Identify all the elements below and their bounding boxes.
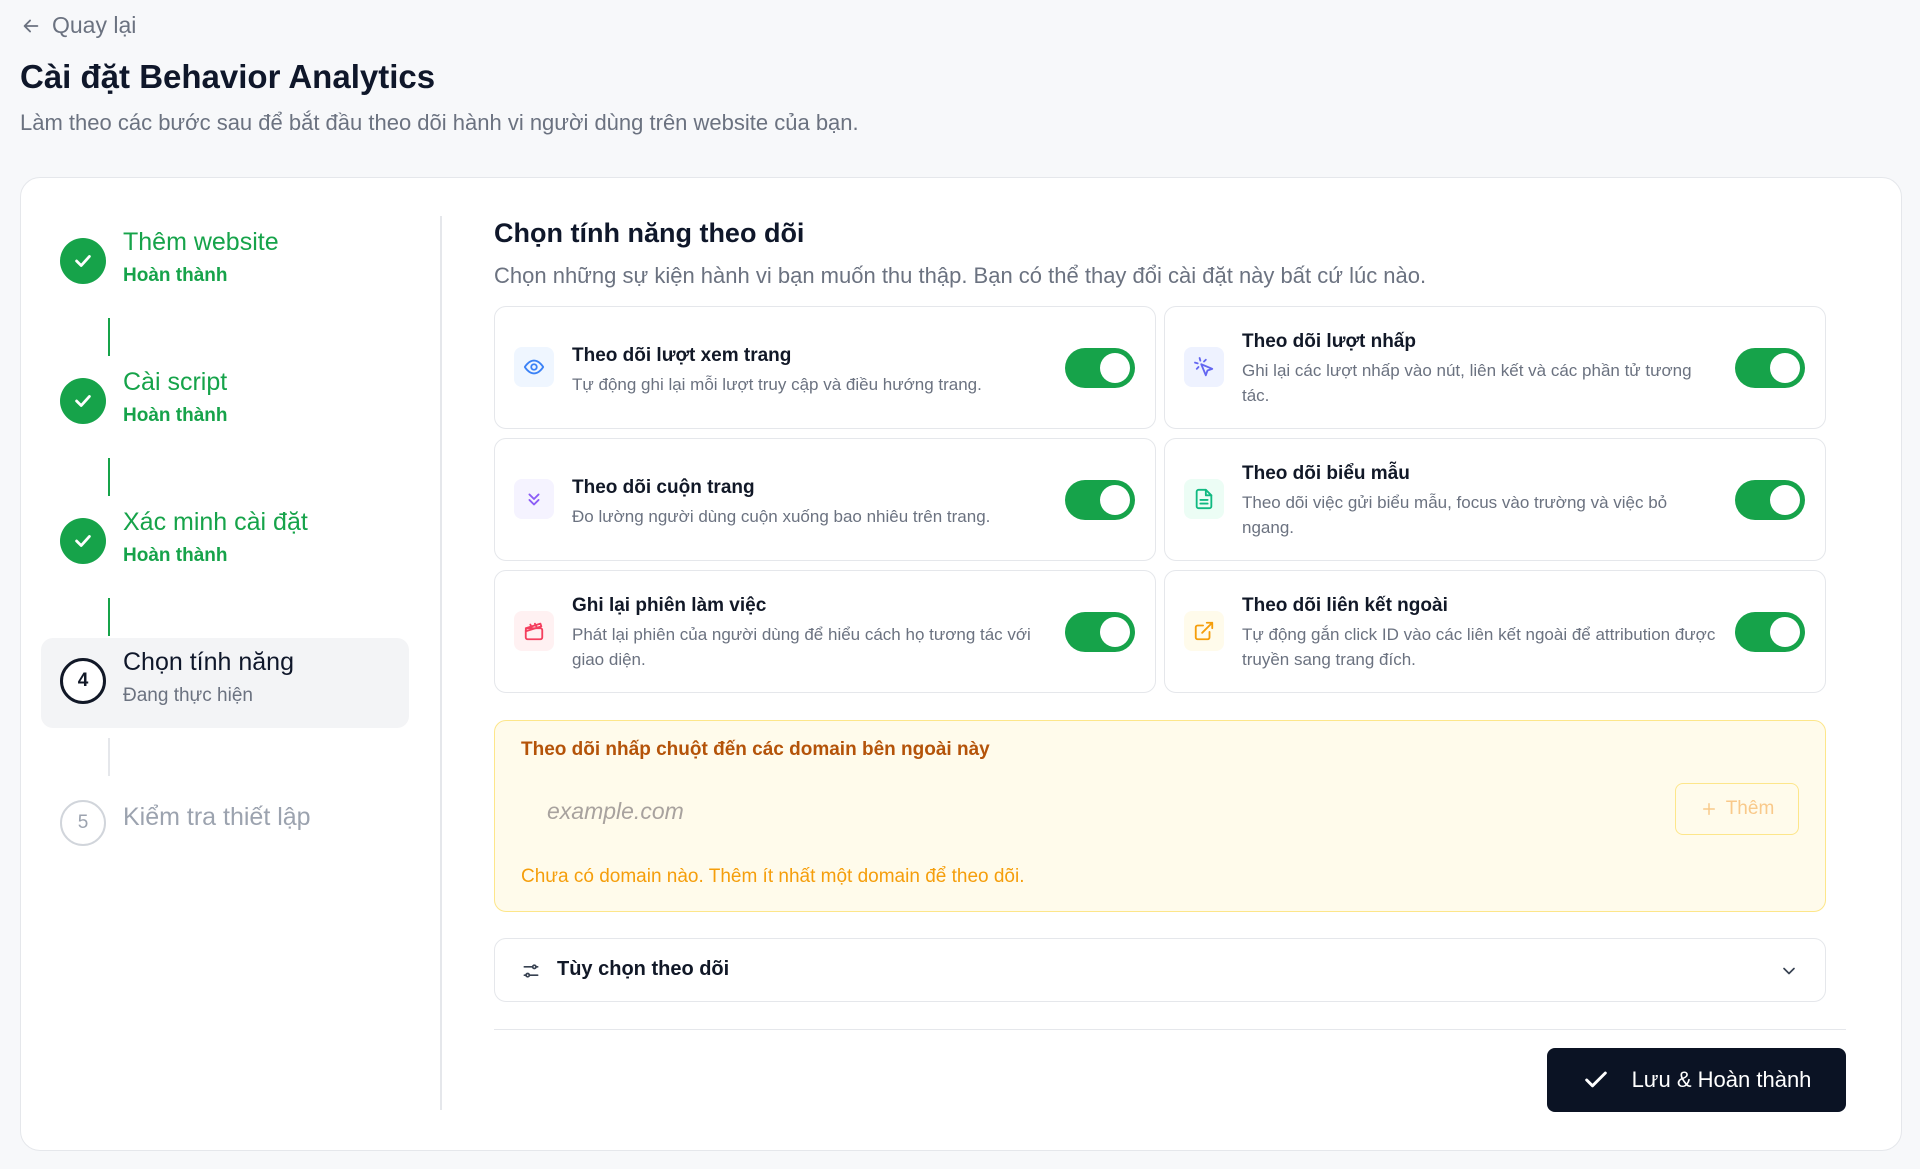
step-connector <box>108 598 110 636</box>
toggle-scroll[interactable] <box>1065 480 1135 520</box>
step-check-icon <box>60 378 106 424</box>
step-add-website[interactable]: Thêm website Hoàn thành <box>41 218 409 308</box>
arrow-left-icon <box>23 19 39 32</box>
feature-description: Tự động gắn click ID vào các liên kết ng… <box>1242 625 1716 669</box>
step-number: 5 <box>60 800 106 846</box>
step-title: Thêm website <box>123 228 279 256</box>
section-title: Chọn tính năng theo dõi <box>494 218 805 248</box>
feature-card-pageviews: Theo dõi lượt xem trang Tự động ghi lại … <box>494 306 1156 429</box>
chevron-down-icon <box>1783 967 1795 975</box>
sliders-icon <box>523 964 539 978</box>
stepper-divider <box>440 216 442 1110</box>
feature-title: Theo dõi lượt xem trang <box>572 345 792 366</box>
tracking-options-label: Tùy chọn theo dõi <box>557 958 730 980</box>
back-link[interactable]: Quay lại <box>20 12 136 39</box>
feature-title: Theo dõi cuộn trang <box>572 477 755 498</box>
domains-empty-hint: Chưa có domain nào. Thêm ít nhất một dom… <box>521 866 1025 887</box>
feature-card-session-replay: Ghi lại phiên làm việc Phát lại phiên củ… <box>494 570 1156 693</box>
step-connector <box>108 458 110 496</box>
page-title: Cài đặt Behavior Analytics <box>20 58 436 95</box>
feature-card-outbound-links: Theo dõi liên kết ngoài Tự động gắn clic… <box>1164 570 1826 693</box>
step-status: Đang thực hiện <box>123 685 253 706</box>
page-subtitle: Làm theo các bước sau để bắt đầu theo dõ… <box>20 110 859 135</box>
step-title: Kiểm tra thiết lập <box>123 803 311 831</box>
footer-divider <box>494 1029 1846 1030</box>
clapperboard-icon <box>514 611 554 651</box>
domains-title: Theo dõi nhấp chuột đến các domain bên n… <box>521 739 990 760</box>
toggle-forms[interactable] <box>1735 480 1805 520</box>
step-connector <box>108 738 110 776</box>
step-title: Chọn tính năng <box>123 648 294 676</box>
step-status: Hoàn thành <box>123 545 228 566</box>
feature-title: Theo dõi biểu mẫu <box>1242 463 1410 484</box>
section-subtitle: Chọn những sự kiện hành vi bạn muốn thu … <box>494 263 1427 288</box>
add-domain-label: Thêm <box>1725 798 1775 819</box>
check-icon <box>1584 1071 1607 1088</box>
toggle-pageviews[interactable] <box>1065 348 1135 388</box>
toggle-outbound-links[interactable] <box>1735 612 1805 652</box>
step-connector <box>108 318 110 356</box>
feature-title: Ghi lại phiên làm việc <box>572 595 767 616</box>
cursor-click-icon <box>1184 347 1224 387</box>
plus-icon <box>1702 803 1715 815</box>
back-label: Quay lại <box>52 12 137 38</box>
eye-icon <box>514 347 554 387</box>
step-title: Cài script <box>123 368 228 396</box>
external-domains-panel: Theo dõi nhấp chuột đến các domain bên n… <box>494 720 1826 912</box>
save-complete-label: Lưu & Hoàn thành <box>1631 1067 1812 1092</box>
domain-input[interactable] <box>521 783 1667 839</box>
feature-title: Theo dõi lượt nhấp <box>1242 331 1416 352</box>
feature-card-clicks: Theo dõi lượt nhấp Ghi lại các lượt nhấp… <box>1164 306 1826 429</box>
external-link-icon <box>1184 611 1224 651</box>
step-number: 4 <box>60 658 106 704</box>
feature-description: Phát lại phiên của người dùng để hiểu cá… <box>572 625 1031 669</box>
feature-description: Đo lường người dùng cuộn xuống bao nhiêu… <box>572 507 991 526</box>
feature-description: Tự động ghi lại mỗi lượt truy cập và điề… <box>572 375 982 394</box>
toggle-session-replay[interactable] <box>1065 612 1135 652</box>
feature-title: Theo dõi liên kết ngoài <box>1242 595 1448 616</box>
step-check-icon <box>60 238 106 284</box>
form-document-icon <box>1184 479 1224 519</box>
feature-description: Theo dõi việc gửi biểu mẫu, focus vào tr… <box>1242 493 1668 537</box>
step-check-setup[interactable]: 5 Kiểm tra thiết lập <box>41 780 409 870</box>
step-install-script[interactable]: Cài script Hoàn thành <box>41 358 409 448</box>
chevrons-down-icon <box>514 479 554 519</box>
tracking-options-accordion[interactable]: Tùy chọn theo dõi <box>494 938 1826 1002</box>
feature-description: Ghi lại các lượt nhấp vào nút, liên kết … <box>1242 361 1692 405</box>
step-title: Xác minh cài đặt <box>123 508 308 536</box>
setup-card: Thêm website Hoàn thành Cài script Hoàn … <box>20 177 1902 1151</box>
save-complete-button[interactable]: Lưu & Hoàn thành <box>1547 1048 1846 1112</box>
add-domain-button[interactable]: Thêm <box>1675 783 1799 835</box>
toggle-clicks[interactable] <box>1735 348 1805 388</box>
step-choose-features[interactable]: 4 Chọn tính năng Đang thực hiện <box>41 638 409 728</box>
step-verify-install[interactable]: Xác minh cài đặt Hoàn thành <box>41 498 409 588</box>
feature-card-forms: Theo dõi biểu mẫu Theo dõi việc gửi biểu… <box>1164 438 1826 561</box>
step-check-icon <box>60 518 106 564</box>
step-status: Hoàn thành <box>123 265 228 286</box>
feature-card-scroll: Theo dõi cuộn trang Đo lường người dùng … <box>494 438 1156 561</box>
step-status: Hoàn thành <box>123 405 228 426</box>
